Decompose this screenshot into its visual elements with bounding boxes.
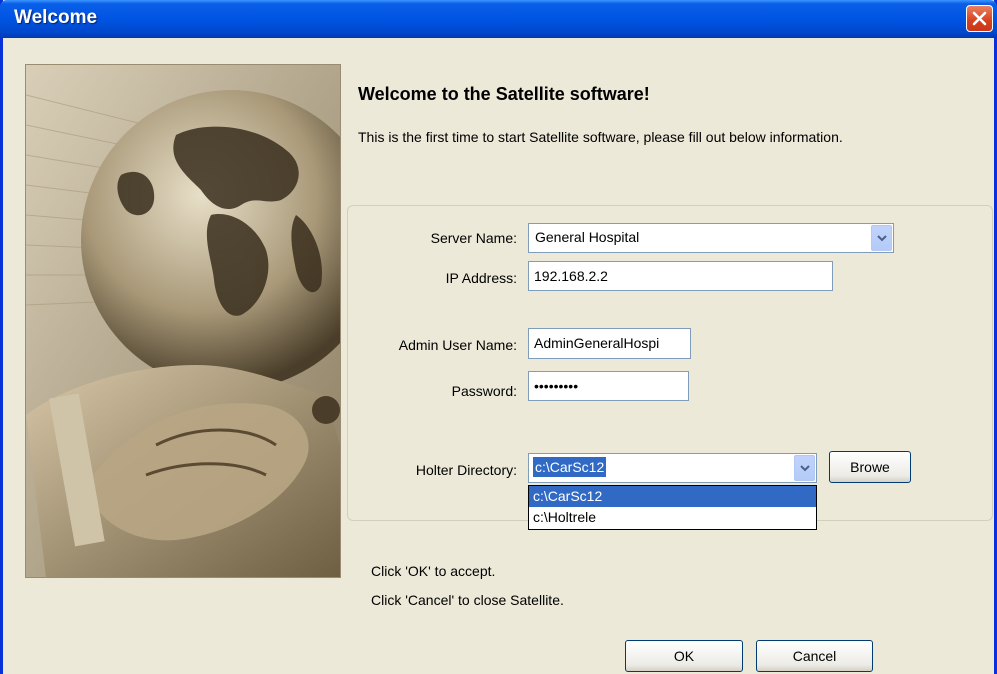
close-icon	[972, 11, 987, 26]
server-name-value: General Hospital	[535, 229, 640, 245]
title-bar[interactable]: Welcome	[0, 0, 997, 38]
ip-address-input[interactable]: 192.168.2.2	[528, 261, 833, 291]
window-title: Welcome	[14, 7, 98, 28]
welcome-image	[25, 64, 341, 578]
server-name-dropdown-button[interactable]	[871, 225, 892, 251]
holter-directory-combobox[interactable]: c:\CarSc12	[528, 453, 817, 483]
welcome-dialog: Welcome Welcome to the Satellite softwar…	[0, 0, 997, 674]
ok-hint-text: Click 'OK' to accept.	[371, 563, 496, 579]
password-label: Password:	[451, 383, 517, 399]
admin-user-name-label: Admin User Name:	[398, 337, 517, 353]
password-input[interactable]: •••••••••	[528, 371, 689, 401]
holter-directory-label: Holter Directory:	[415, 462, 517, 478]
ok-button[interactable]: OK	[625, 640, 743, 672]
intro-text: This is the first time to start Satellit…	[358, 129, 843, 145]
ip-address-label: IP Address:	[445, 270, 517, 286]
cancel-button[interactable]: Cancel	[756, 640, 873, 672]
admin-user-name-input[interactable]: AdminGeneralHospi	[528, 328, 691, 359]
holter-option[interactable]: c:\CarSc12	[529, 486, 816, 507]
close-button[interactable]	[966, 5, 993, 32]
holter-directory-value: c:\CarSc12	[533, 457, 607, 477]
browse-button[interactable]: Browe	[829, 451, 911, 483]
server-name-label: Server Name:	[430, 230, 517, 246]
holter-option[interactable]: c:\Holtrele	[529, 507, 816, 528]
welcome-heading: Welcome to the Satellite software!	[358, 84, 650, 104]
chevron-down-icon	[876, 234, 887, 241]
cancel-hint-text: Click 'Cancel' to close Satellite.	[371, 592, 564, 608]
holter-directory-dropdown-list: c:\CarSc12 c:\Holtrele	[528, 485, 817, 530]
chevron-down-icon	[799, 464, 810, 471]
server-name-combobox[interactable]: General Hospital	[528, 223, 894, 253]
holter-directory-dropdown-button[interactable]	[794, 455, 815, 481]
